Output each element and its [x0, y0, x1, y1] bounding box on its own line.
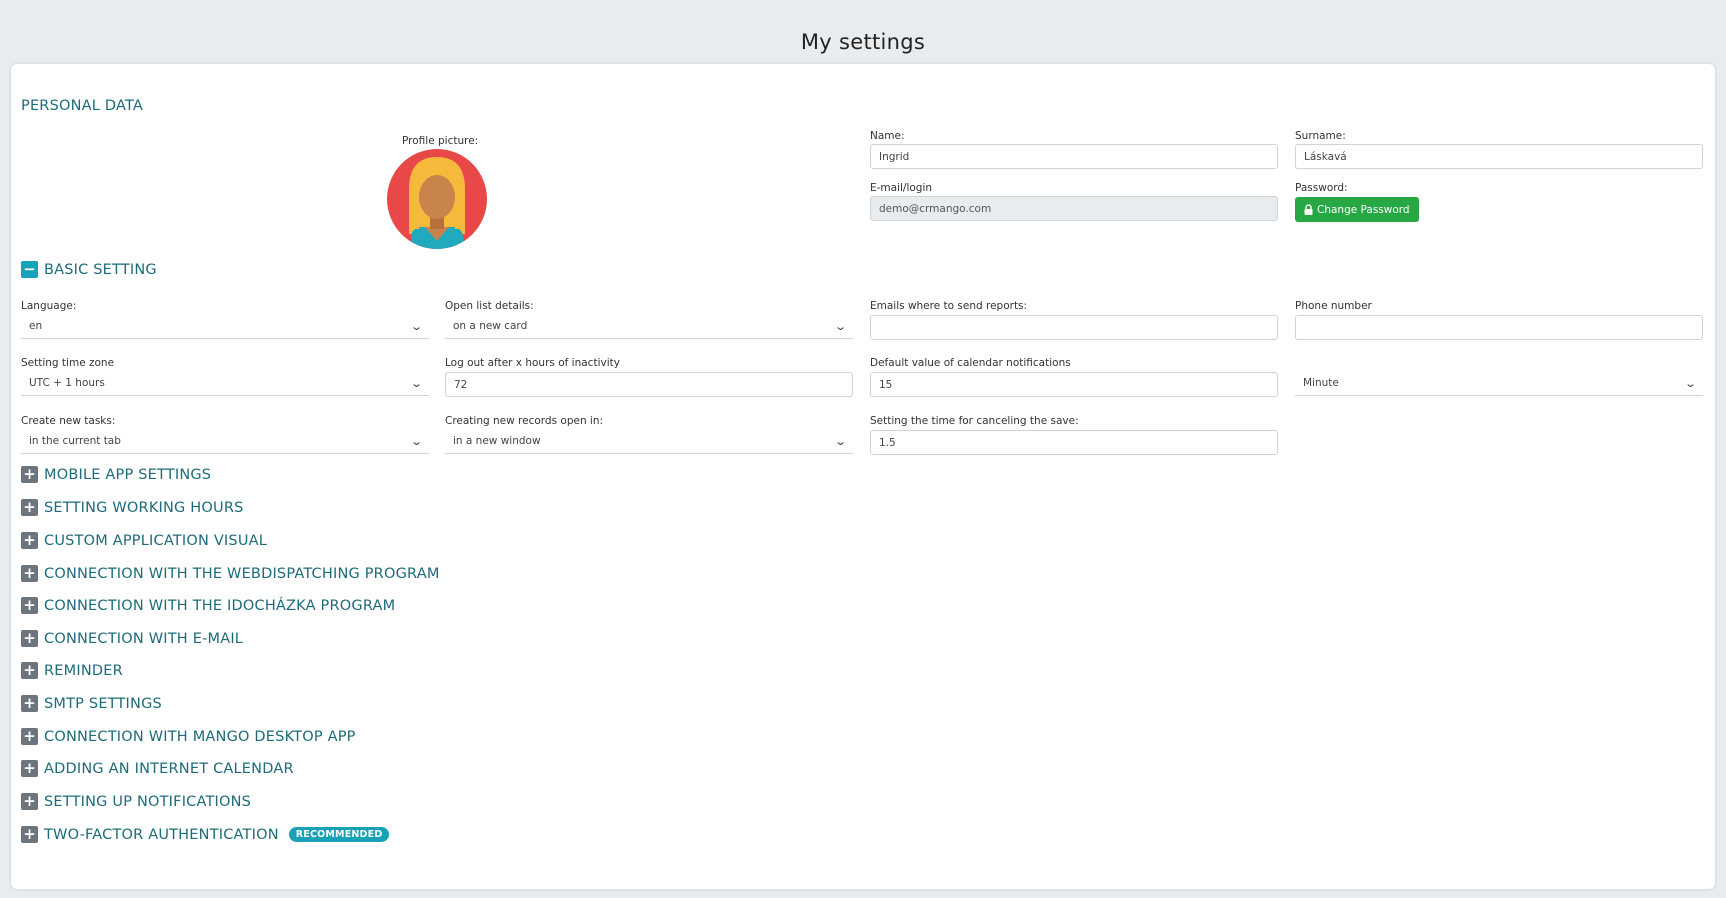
- create-tasks-value: in the current tab: [29, 435, 121, 447]
- section-email-connection[interactable]: + CONNECTION WITH E-MAIL: [21, 630, 243, 647]
- plus-icon: +: [21, 826, 38, 843]
- section-label: SETTING WORKING HOURS: [44, 499, 244, 516]
- plus-icon: +: [21, 532, 38, 549]
- lock-icon: [1304, 204, 1313, 215]
- cancel-save-label: Setting the time for canceling the save:: [870, 415, 1079, 427]
- open-list-value: on a new card: [453, 320, 528, 332]
- name-field[interactable]: Ingrid: [870, 144, 1278, 169]
- settings-card: PERSONAL DATA Profile picture: Name: Ing…: [11, 64, 1715, 889]
- section-label: CONNECTION WITH MANGO DESKTOP APP: [44, 728, 356, 745]
- profile-picture-label: Profile picture:: [402, 135, 479, 147]
- timezone-label: Setting time zone: [21, 357, 115, 369]
- chevron-down-icon: ⌄: [409, 376, 423, 390]
- chevron-down-icon: ⌄: [409, 319, 423, 333]
- time-unit-value: Minute: [1303, 377, 1339, 389]
- section-label: CUSTOM APPLICATION VISUAL: [44, 532, 268, 549]
- section-label: REMINDER: [44, 662, 123, 679]
- cancel-save-field[interactable]: 1.5: [870, 430, 1278, 455]
- logout-label: Log out after x hours of inactivity: [445, 357, 620, 369]
- calendar-notifications-label: Default value of calendar notifications: [870, 357, 1071, 369]
- timezone-value: UTC + 1 hours: [29, 377, 105, 389]
- calendar-notifications-field[interactable]: 15: [870, 372, 1278, 397]
- create-tasks-select[interactable]: in the current tab ⌄: [21, 429, 429, 454]
- section-label: CONNECTION WITH THE IDOCHÁZKA PROGRAM: [44, 597, 396, 614]
- section-two-factor[interactable]: + TWO-FACTOR AUTHENTICATION RECOMMENDED: [21, 826, 390, 843]
- email-label: E-mail/login: [870, 182, 933, 194]
- plus-icon: +: [21, 695, 38, 712]
- open-list-select[interactable]: on a new card ⌄: [445, 314, 853, 339]
- section-internet-calendar[interactable]: + ADDING AN INTERNET CALENDAR: [21, 760, 294, 777]
- open-list-label: Open list details:: [445, 300, 534, 312]
- section-webdispatching[interactable]: + CONNECTION WITH THE WEBDISPATCHING PRO…: [21, 565, 440, 582]
- page-title: My settings: [800, 30, 926, 54]
- section-label: TWO-FACTOR AUTHENTICATION: [44, 826, 279, 843]
- chevron-down-icon: ⌄: [409, 434, 423, 448]
- section-reminder[interactable]: + REMINDER: [21, 662, 123, 679]
- change-password-button[interactable]: Change Password: [1295, 197, 1419, 222]
- personal-data-title: PERSONAL DATA: [21, 98, 144, 114]
- section-notifications[interactable]: + SETTING UP NOTIFICATIONS: [21, 793, 251, 810]
- phone-label: Phone number: [1295, 300, 1372, 312]
- chevron-down-icon: ⌄: [833, 434, 847, 448]
- plus-icon: +: [21, 662, 38, 679]
- surname-label: Surname:: [1295, 130, 1346, 142]
- plus-icon: +: [21, 565, 38, 582]
- section-idochazka[interactable]: + CONNECTION WITH THE IDOCHÁZKA PROGRAM: [21, 597, 395, 614]
- change-password-label: Change Password: [1317, 203, 1410, 216]
- basic-setting-title: BASIC SETTING: [44, 261, 157, 278]
- new-records-select[interactable]: in a new window ⌄: [445, 429, 853, 454]
- section-custom-visual[interactable]: + CUSTOM APPLICATION VISUAL: [21, 532, 267, 549]
- section-label: MOBILE APP SETTINGS: [44, 466, 212, 483]
- plus-icon: +: [21, 597, 38, 614]
- basic-setting-toggle[interactable]: − BASIC SETTING: [21, 261, 157, 278]
- create-tasks-label: Create new tasks:: [21, 415, 116, 427]
- email-field[interactable]: demo@crmango.com: [870, 196, 1278, 221]
- plus-icon: +: [21, 728, 38, 745]
- new-records-label: Creating new records open in:: [445, 415, 604, 427]
- surname-field[interactable]: Láskavá: [1295, 144, 1703, 169]
- section-label: CONNECTION WITH THE WEBDISPATCHING PROGR…: [44, 565, 440, 582]
- section-label: CONNECTION WITH E-MAIL: [44, 630, 244, 647]
- section-label: SETTING UP NOTIFICATIONS: [44, 793, 252, 810]
- minus-icon: −: [21, 261, 38, 278]
- language-value: en: [29, 320, 43, 332]
- logout-field[interactable]: 72: [445, 372, 853, 397]
- emails-field[interactable]: [870, 315, 1278, 340]
- plus-icon: +: [21, 466, 38, 483]
- section-desktop-app[interactable]: + CONNECTION WITH MANGO DESKTOP APP: [21, 728, 356, 745]
- chevron-down-icon: ⌄: [1683, 376, 1697, 390]
- language-select[interactable]: en ⌄: [21, 314, 429, 339]
- name-label: Name:: [870, 130, 905, 142]
- timezone-select[interactable]: UTC + 1 hours ⌄: [21, 371, 429, 396]
- plus-icon: +: [21, 499, 38, 516]
- password-label: Password:: [1295, 182, 1348, 194]
- section-smtp[interactable]: + SMTP SETTINGS: [21, 695, 162, 712]
- section-working-hours[interactable]: + SETTING WORKING HOURS: [21, 499, 244, 516]
- time-unit-select[interactable]: Minute ⌄: [1295, 371, 1703, 396]
- section-mobile-app[interactable]: + MOBILE APP SETTINGS: [21, 466, 211, 483]
- avatar[interactable]: [387, 149, 487, 249]
- section-label: SMTP SETTINGS: [44, 695, 162, 712]
- chevron-down-icon: ⌄: [833, 319, 847, 333]
- language-label: Language:: [21, 300, 77, 312]
- plus-icon: +: [21, 793, 38, 810]
- section-label: ADDING AN INTERNET CALENDAR: [44, 760, 294, 777]
- new-records-value: in a new window: [453, 435, 541, 447]
- plus-icon: +: [21, 760, 38, 777]
- phone-field[interactable]: [1295, 315, 1703, 340]
- recommended-badge: RECOMMENDED: [288, 827, 390, 842]
- emails-label: Emails where to send reports:: [870, 300, 1028, 312]
- plus-icon: +: [21, 630, 38, 647]
